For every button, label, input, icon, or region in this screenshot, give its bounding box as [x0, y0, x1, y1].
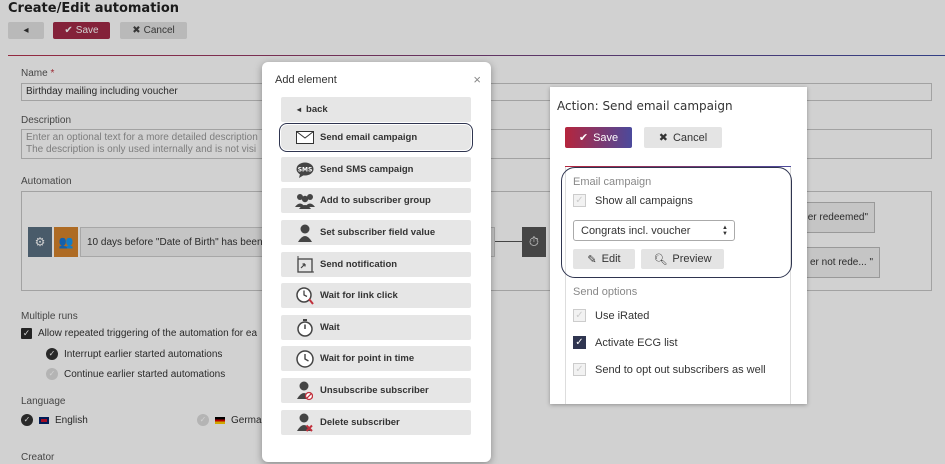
highlight-ring — [561, 167, 792, 278]
group-icon — [295, 191, 315, 211]
add-unsubscribe-subscriber[interactable]: Unsubscribe subscriber — [281, 378, 471, 403]
envelope-icon — [295, 128, 315, 148]
add-to-subscriber-group[interactable]: Add to subscriber group — [281, 188, 471, 213]
checkbox-unchecked-icon: ✓ — [573, 363, 586, 376]
close-icon: ✖ — [658, 132, 668, 144]
add-send-notification[interactable]: Send notification — [281, 252, 471, 277]
cancel-button[interactable]: ✖ Cancel — [644, 127, 722, 148]
send-opt-out-checkbox[interactable]: ✓ Send to opt out subscribers as well — [573, 363, 766, 376]
notification-icon — [295, 255, 315, 275]
add-wait-for-point-in-time[interactable]: Wait for point in time — [281, 346, 471, 371]
set-subscriber-field-value[interactable]: Set subscriber field value — [281, 220, 471, 245]
save-button[interactable]: ✔ Save — [565, 127, 632, 148]
sms-icon: SMS — [295, 160, 315, 180]
checkbox-unchecked-icon: ✓ — [573, 309, 586, 322]
use-irated-checkbox[interactable]: ✓ Use iRated — [573, 309, 649, 322]
stopwatch-icon — [295, 318, 315, 338]
add-element-modal: Add element × ◂ back Send email campaign … — [262, 62, 491, 462]
back-button[interactable]: ◂ back — [281, 97, 471, 122]
svg-text:SMS: SMS — [298, 166, 313, 173]
check-icon: ✔ — [578, 132, 589, 144]
modal-title: Add element — [275, 74, 337, 86]
add-wait-for-link-click[interactable]: Wait for link click — [281, 283, 471, 308]
add-delete-subscriber[interactable]: Delete subscriber — [281, 410, 471, 435]
send-options-label: Send options — [573, 286, 638, 298]
person-delete-icon — [295, 413, 315, 433]
activate-ecg-checkbox[interactable]: ✓ Activate ECG list — [573, 336, 678, 349]
person-icon — [295, 223, 315, 243]
panel-title: Action: Send email campaign — [557, 99, 733, 113]
add-wait[interactable]: Wait — [281, 315, 471, 340]
close-icon[interactable]: × — [473, 72, 481, 87]
add-send-email-campaign[interactable]: Send email campaign — [279, 123, 473, 152]
person-unsubscribe-icon — [295, 381, 315, 401]
checkbox-checked-icon: ✓ — [573, 336, 586, 349]
add-send-sms-campaign[interactable]: SMS Send SMS campaign — [281, 157, 471, 182]
caret-left-icon: ◂ — [297, 105, 302, 114]
clock-click-icon — [295, 286, 315, 306]
clock-icon — [295, 349, 315, 369]
